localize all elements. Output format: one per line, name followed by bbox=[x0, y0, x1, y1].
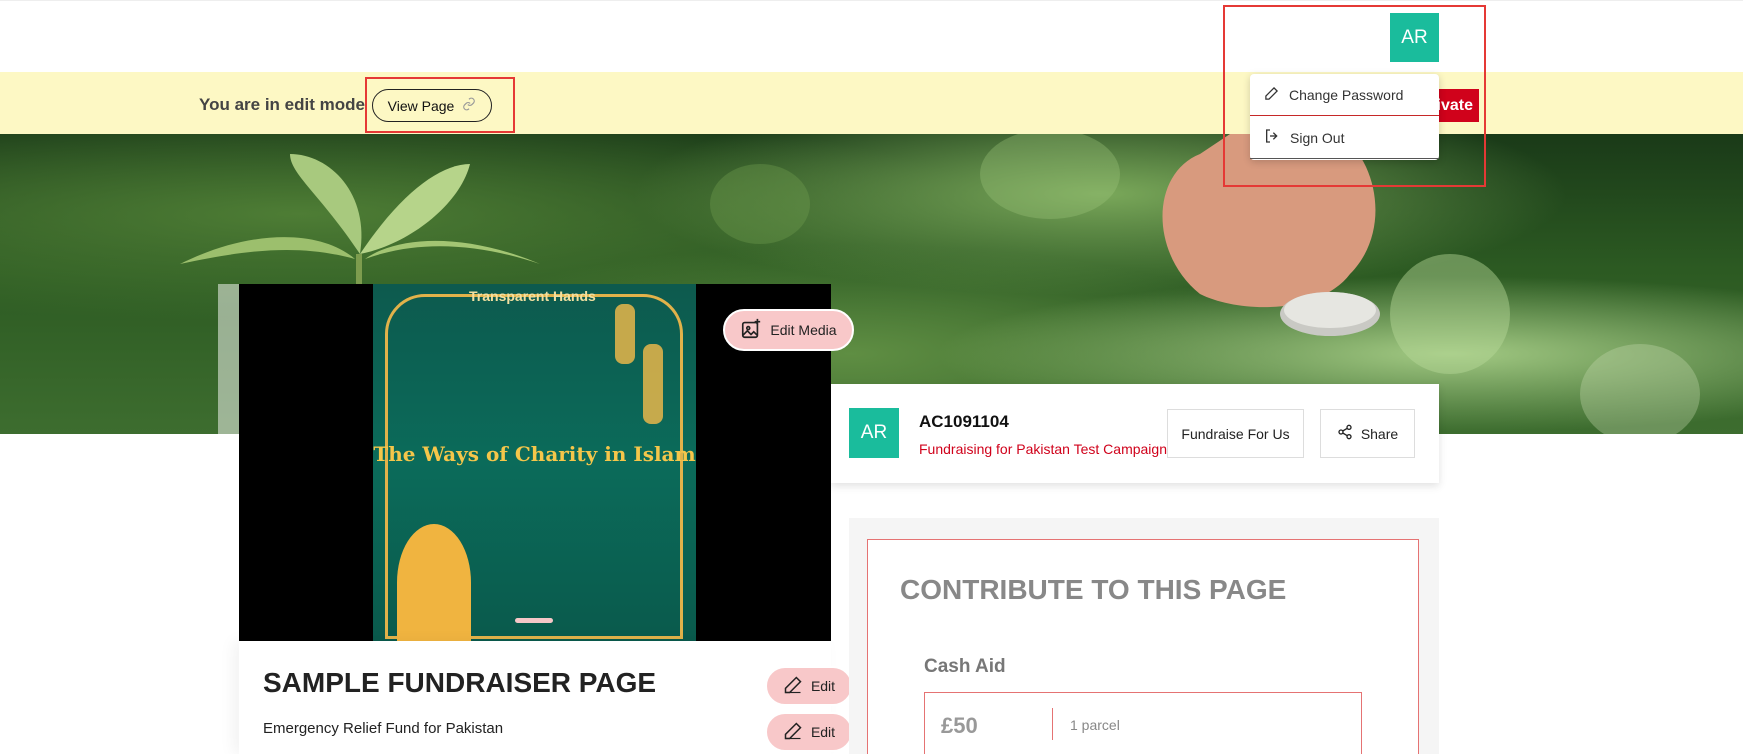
edit-media-button[interactable]: Edit Media bbox=[723, 309, 854, 351]
top-navigation-bar bbox=[0, 0, 1743, 72]
donation-description: 1 parcel bbox=[1070, 717, 1120, 733]
share-label: Share bbox=[1360, 425, 1399, 442]
link-icon bbox=[462, 97, 476, 114]
cash-aid-label: Cash Aid bbox=[924, 656, 1006, 677]
page-subtitle: Emergency Relief Fund for Pakistan bbox=[263, 720, 504, 737]
poster-title-text: The Ways of Charity in Islam bbox=[373, 442, 696, 466]
share-button[interactable]: Share bbox=[1320, 409, 1415, 458]
lantern-decoration bbox=[643, 344, 663, 424]
edit-title-button[interactable]: Edit bbox=[765, 666, 853, 706]
pencil-icon bbox=[783, 675, 803, 698]
media-poster-image: Transparent Hands The Ways of Charity in… bbox=[373, 284, 696, 641]
edit-mode-text: You are in edit mode bbox=[199, 95, 365, 114]
share-icon bbox=[1337, 424, 1353, 443]
campaign-link[interactable]: Fundraising for Pakistan Test Campaign bbox=[919, 441, 1167, 457]
lantern-decoration bbox=[615, 304, 635, 364]
donation-amount: £50 bbox=[941, 713, 978, 738]
image-add-icon bbox=[740, 318, 762, 343]
view-page-button[interactable]: View Page bbox=[372, 89, 492, 122]
user-avatar-button[interactable]: AR bbox=[1390, 13, 1439, 62]
campaign-avatar: AR bbox=[849, 408, 899, 458]
fundraise-for-us-button[interactable]: Fundraise For Us bbox=[1167, 409, 1304, 458]
change-password-menu-item[interactable]: Change Password bbox=[1250, 74, 1439, 116]
view-page-label: View Page bbox=[387, 97, 455, 114]
poster-org-text: Transparent Hands bbox=[469, 288, 596, 304]
sign-out-icon bbox=[1264, 128, 1280, 147]
page-title: SAMPLE FUNDRAISER PAGE bbox=[263, 667, 657, 698]
pencil-icon bbox=[783, 721, 803, 744]
sign-out-label: Sign Out bbox=[1290, 129, 1345, 146]
account-id: AC1091104 bbox=[919, 412, 1009, 431]
sign-out-menu-item[interactable]: Sign Out bbox=[1250, 117, 1439, 159]
contribute-title: CONTRIBUTE TO THIS PAGE bbox=[900, 574, 1287, 605]
change-password-label: Change Password bbox=[1289, 86, 1404, 103]
donation-option[interactable] bbox=[924, 692, 1362, 754]
pencil-icon bbox=[1264, 86, 1279, 104]
edit-media-label: Edit Media bbox=[770, 322, 837, 338]
user-dropdown-menu: Change Password Sign Out bbox=[1250, 74, 1439, 160]
edit-label: Edit bbox=[810, 678, 836, 694]
edit-subtitle-button[interactable]: Edit bbox=[765, 712, 853, 752]
edit-label: Edit bbox=[810, 724, 836, 740]
media-carousel-indicator[interactable] bbox=[515, 618, 553, 623]
donation-divider bbox=[1052, 708, 1053, 740]
mosque-dome-decoration bbox=[397, 524, 471, 641]
